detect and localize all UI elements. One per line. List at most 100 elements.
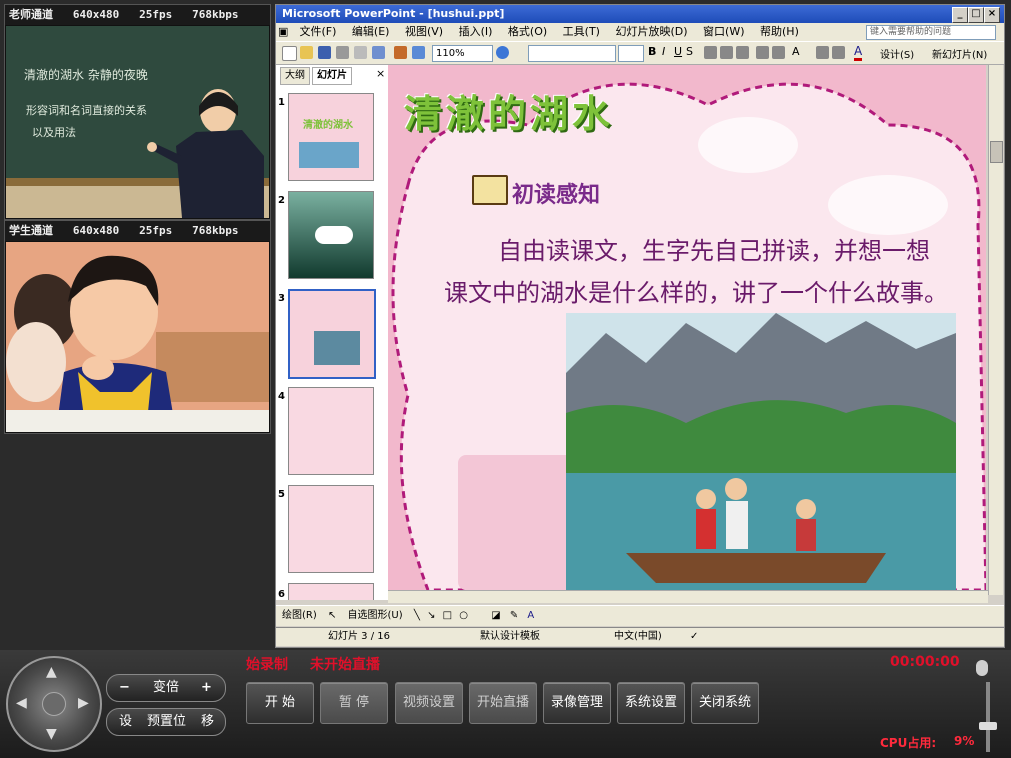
- table-icon[interactable]: [412, 46, 425, 59]
- zoom-out-button[interactable]: −: [119, 675, 130, 701]
- chart-icon[interactable]: [394, 46, 407, 59]
- open-icon[interactable]: [300, 46, 313, 59]
- student-video-panel: 学生通道 640x480 25fps 768kbps: [4, 220, 271, 434]
- slide-horizontal-scrollbar[interactable]: [388, 590, 988, 603]
- thumb3-image: [314, 331, 360, 365]
- indent-icon[interactable]: [816, 46, 829, 59]
- cut-icon[interactable]: [354, 46, 367, 59]
- drawing-toolbar: 绘图(R) ↖ 自选图形(U) ╲ ↘ □ ○ ◪ ✎ A: [276, 605, 1004, 626]
- text-color-icon[interactable]: A: [527, 610, 534, 621]
- thumb-number: 2: [278, 195, 285, 206]
- help-question-input[interactable]: 键入需要帮助的问题: [866, 25, 996, 40]
- select-arrow-icon[interactable]: ↖: [328, 610, 336, 621]
- ptz-joystick[interactable]: ▲ ▼ ◀ ▶: [6, 656, 102, 752]
- student-channel-label: 学生通道: [9, 224, 53, 237]
- volume-slider-track[interactable]: [986, 682, 990, 752]
- preset-move-button[interactable]: 移: [201, 709, 214, 735]
- new-slide-button[interactable]: 新幻灯片(N): [932, 46, 987, 61]
- bold-button[interactable]: B: [648, 45, 656, 58]
- pause-button[interactable]: 暂 停: [320, 682, 388, 724]
- menu-edit[interactable]: 编辑(E): [346, 23, 396, 41]
- slide-thumb-2[interactable]: [288, 191, 374, 279]
- zoom-in-button[interactable]: +: [201, 675, 212, 701]
- thumb-number: 1: [278, 97, 285, 108]
- save-icon[interactable]: [318, 46, 331, 59]
- system-settings-button[interactable]: 系统设置: [617, 682, 685, 724]
- help-icon[interactable]: [496, 46, 509, 59]
- start-button[interactable]: 开 始: [246, 682, 314, 724]
- undo-icon[interactable]: [372, 46, 385, 59]
- design-button[interactable]: 设计(S): [880, 46, 914, 61]
- menu-help[interactable]: 帮助(H): [754, 23, 805, 41]
- menu-insert[interactable]: 插入(I): [453, 23, 499, 41]
- start-live-button[interactable]: 开始直播: [469, 682, 537, 724]
- slide-section-title: 初读感知: [512, 183, 601, 208]
- outdent-icon[interactable]: [832, 46, 845, 59]
- thumb-number: 3: [278, 293, 285, 304]
- menu-slideshow[interactable]: 幻灯片放映(D): [609, 23, 693, 41]
- tab-outline[interactable]: 大纲: [280, 67, 310, 85]
- status-slide-count: 幻灯片 3 / 16: [328, 631, 390, 642]
- autoshape-menu[interactable]: 自选图形(U): [348, 610, 403, 621]
- recording-manager-button[interactable]: 录像管理: [543, 682, 611, 724]
- draw-menu[interactable]: 绘图(R): [276, 610, 317, 621]
- lake-boat-illustration[interactable]: [566, 313, 956, 590]
- numbering-icon[interactable]: [756, 46, 769, 59]
- minimize-button[interactable]: _: [952, 7, 968, 23]
- joystick-center[interactable]: [42, 692, 66, 716]
- arrow-down-icon[interactable]: ▼: [46, 726, 57, 742]
- arrow-icon[interactable]: ↘: [427, 610, 435, 621]
- arrow-up-icon[interactable]: ▲: [46, 664, 57, 680]
- video-settings-button[interactable]: 视频设置: [395, 682, 463, 724]
- close-button[interactable]: ×: [984, 7, 1000, 23]
- font-size-select[interactable]: [618, 45, 644, 62]
- line-color-icon[interactable]: ✎: [510, 610, 518, 621]
- arrow-right-icon[interactable]: ▶: [78, 695, 89, 711]
- chalk-line-1: 清澈的湖水 杂静的夜晚: [24, 68, 148, 82]
- menu-format[interactable]: 格式(O): [502, 23, 553, 41]
- student-video: [6, 242, 269, 432]
- print-icon[interactable]: [336, 46, 349, 59]
- font-grow-button[interactable]: A: [792, 45, 800, 58]
- slide-thumb-4[interactable]: [288, 387, 374, 475]
- live-status: 未开始直播: [310, 657, 380, 673]
- align-left-icon[interactable]: [704, 46, 717, 59]
- slide-vertical-scrollbar[interactable]: [988, 65, 1003, 595]
- menu-view[interactable]: 视图(V): [399, 23, 449, 41]
- maximize-button[interactable]: □: [968, 7, 984, 23]
- ppt-toolbar: 110% B I U S A A 设计(S) 新幻灯片(N): [276, 41, 1004, 65]
- align-center-icon[interactable]: [720, 46, 733, 59]
- preset-set-button[interactable]: 设: [119, 709, 132, 735]
- panel-close-icon[interactable]: ×: [376, 67, 385, 80]
- menu-tools[interactable]: 工具(T): [557, 23, 606, 41]
- underline-button[interactable]: U: [674, 45, 682, 58]
- rect-icon[interactable]: □: [443, 610, 452, 621]
- slide-thumb-1[interactable]: 清澈的湖水: [288, 93, 374, 181]
- menu-window[interactable]: 窗口(W): [697, 23, 750, 41]
- oval-icon[interactable]: ○: [459, 610, 468, 621]
- italic-button[interactable]: I: [662, 45, 665, 58]
- slide-body-line-2: 课文中的湖水是什么样的，讲了一个什么故事。: [444, 279, 948, 307]
- slide-thumb-6[interactable]: [288, 583, 374, 600]
- font-select[interactable]: [528, 45, 616, 62]
- slide-thumb-5[interactable]: [288, 485, 374, 573]
- scroll-thumb[interactable]: [990, 141, 1003, 163]
- bullets-icon[interactable]: [772, 46, 785, 59]
- fill-color-icon[interactable]: ◪: [491, 610, 500, 621]
- arrow-left-icon[interactable]: ◀: [16, 695, 27, 711]
- shutdown-system-button[interactable]: 关闭系统: [691, 682, 759, 724]
- record-status: 始录制: [246, 657, 288, 673]
- slide-canvas[interactable]: 清澈的湖水 初读感知 自由读课文，生字先自己拼读，并想一想 课文中的湖水是什么样…: [388, 65, 986, 590]
- slide-thumb-3[interactable]: [288, 289, 376, 379]
- tab-slides[interactable]: 幻灯片: [312, 67, 352, 85]
- align-right-icon[interactable]: [736, 46, 749, 59]
- new-icon[interactable]: [282, 46, 297, 61]
- app-menu-icon[interactable]: ▣: [276, 23, 290, 41]
- font-color-button[interactable]: A: [854, 44, 863, 61]
- thumb1-title: 清澈的湖水: [303, 120, 353, 131]
- zoom-select[interactable]: 110%: [432, 45, 493, 62]
- line-icon[interactable]: ╲: [414, 610, 420, 621]
- menu-file[interactable]: 文件(F): [294, 23, 343, 41]
- shadow-button[interactable]: S: [686, 45, 693, 58]
- volume-slider-thumb[interactable]: [979, 722, 997, 730]
